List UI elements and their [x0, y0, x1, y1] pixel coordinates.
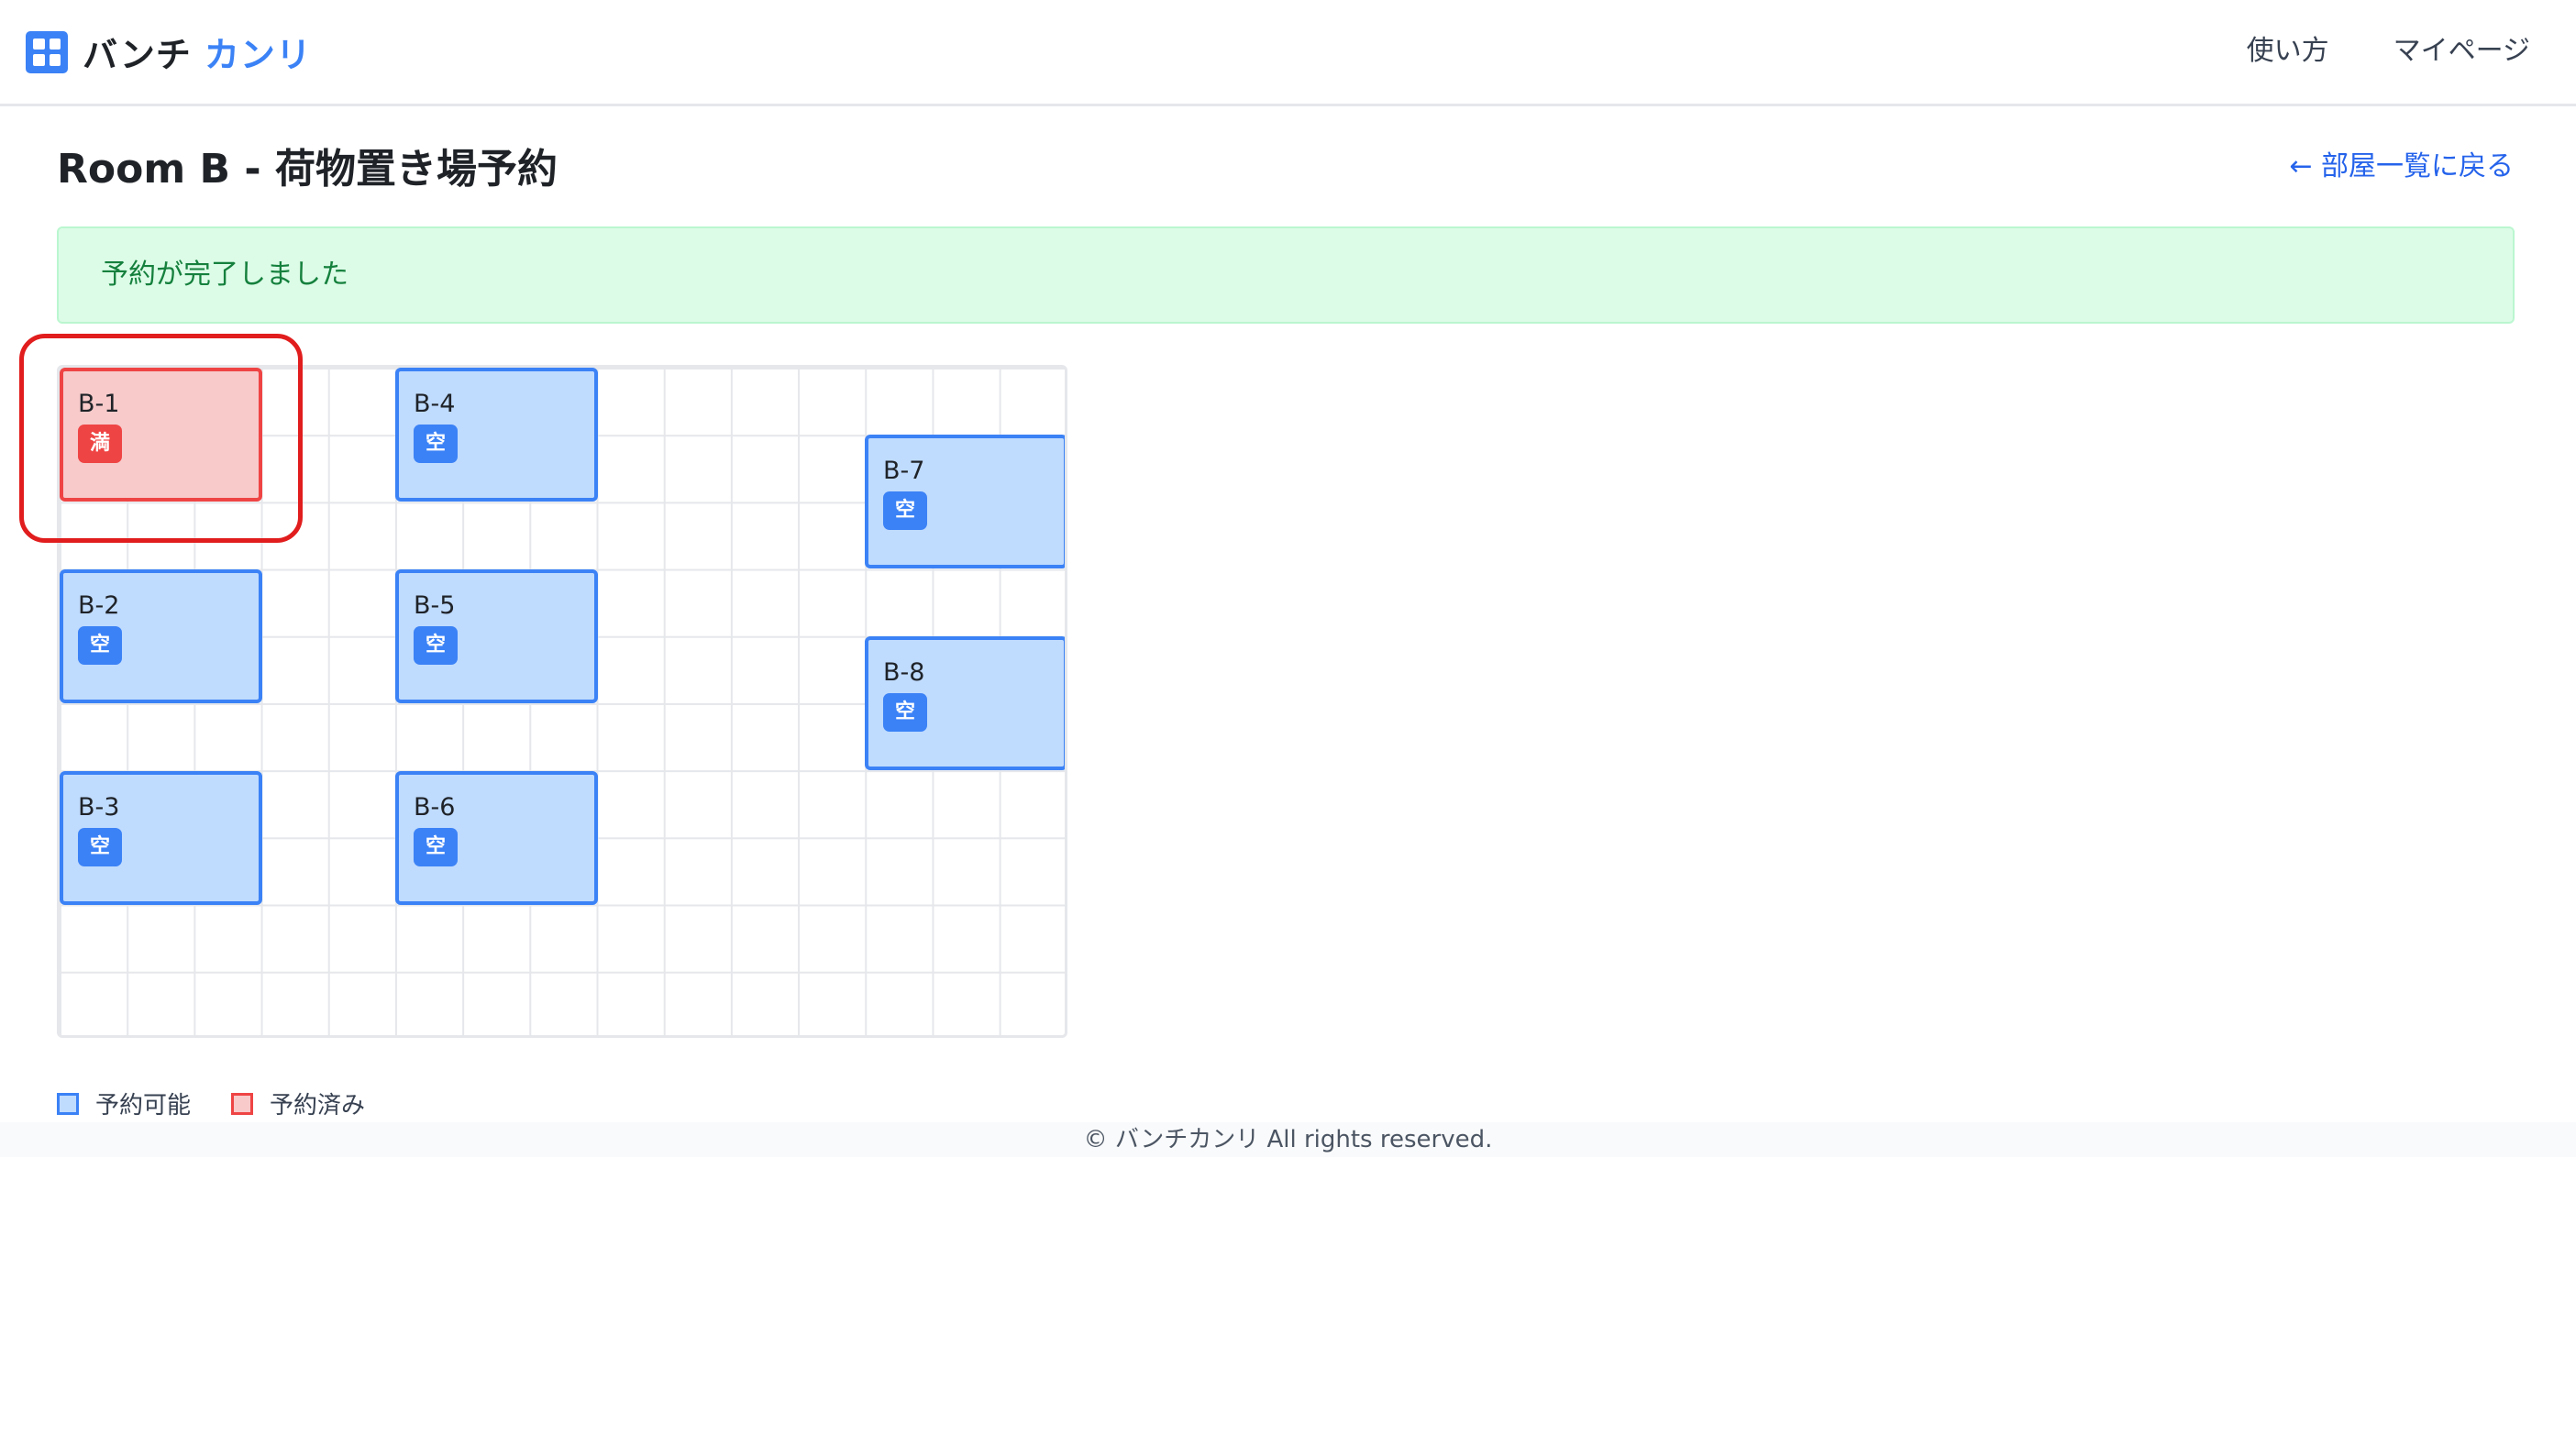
- status-badge: 空: [78, 828, 122, 866]
- nav-my-page[interactable]: マイページ: [2394, 28, 2530, 68]
- success-alert: 予約が完了しました: [57, 226, 2515, 324]
- slot-b-8[interactable]: B-8 空: [865, 636, 1065, 770]
- logo-text-a: バンチ: [83, 35, 192, 75]
- slot-label: B-8: [883, 658, 925, 687]
- nav-how-to-use[interactable]: 使い方: [2247, 28, 2329, 68]
- app-logo[interactable]: バンチ カンリ: [26, 27, 312, 77]
- legend-label-free: 予約可能: [95, 1092, 192, 1120]
- logo-text-b: カンリ: [204, 35, 312, 75]
- slot-b-5[interactable]: B-5 空: [395, 569, 598, 703]
- status-badge: 空: [414, 828, 458, 866]
- slot-b-1[interactable]: B-1 満: [60, 368, 262, 502]
- slot-b-6[interactable]: B-6 空: [395, 771, 598, 905]
- slot-label: B-4: [414, 390, 456, 418]
- slot-grid: B-1 満 B-2 空 B-3 空 B-4 空 B-5 空 B-6 空 B-7 …: [57, 365, 1067, 1038]
- legend-label-full: 予約済み: [270, 1092, 366, 1120]
- slot-label: B-3: [78, 793, 120, 822]
- status-badge: 満: [78, 425, 122, 463]
- slot-b-3[interactable]: B-3 空: [60, 771, 262, 905]
- grid-logo-icon: [26, 30, 68, 73]
- status-badge: 空: [883, 693, 927, 732]
- app-header: バンチ カンリ 使い方 マイページ: [0, 0, 2576, 106]
- top-nav: 使い方 マイページ: [2247, 28, 2530, 68]
- status-badge: 空: [414, 425, 458, 463]
- legend-swatch-full: [231, 1092, 254, 1115]
- slot-b-7[interactable]: B-7 空: [865, 435, 1065, 568]
- status-badge: 空: [78, 626, 122, 665]
- slot-label: B-5: [414, 591, 456, 620]
- slot-b-2[interactable]: B-2 空: [60, 569, 262, 703]
- logo-text: バンチ カンリ: [83, 27, 312, 77]
- slot-label: B-1: [78, 390, 120, 418]
- legend-item-free: 予約可能: [57, 1087, 191, 1120]
- legend-item-full: 予約済み: [231, 1087, 365, 1120]
- slot-label: B-2: [78, 591, 120, 620]
- slot-label: B-7: [883, 457, 925, 485]
- legend: 予約可能 予約済み: [57, 1087, 405, 1120]
- status-badge: 空: [414, 626, 458, 665]
- status-badge: 空: [883, 491, 927, 530]
- footer: © バンチカンリ All rights reserved.: [0, 1122, 2576, 1157]
- back-to-rooms-link[interactable]: ← 部屋一覧に戻る: [2289, 143, 2514, 183]
- legend-swatch-free: [57, 1092, 79, 1115]
- slot-label: B-6: [414, 793, 456, 822]
- slot-b-4[interactable]: B-4 空: [395, 368, 598, 502]
- page-title: Room B - 荷物置き場予約: [57, 146, 558, 193]
